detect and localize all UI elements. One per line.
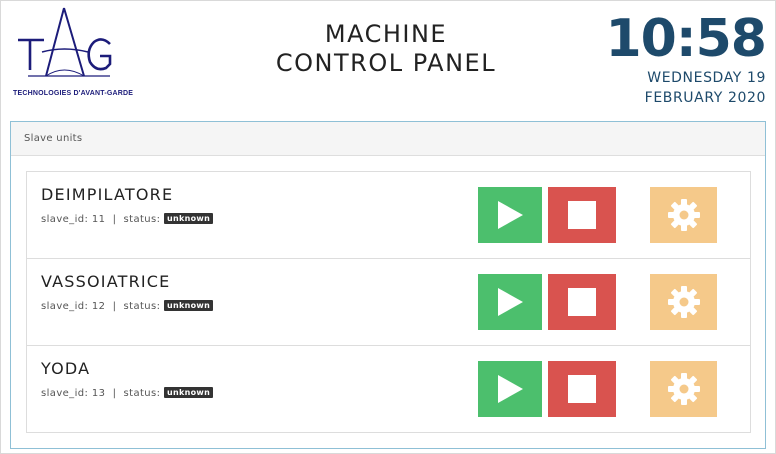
slave-id-label: slave_id: — [41, 301, 89, 312]
clock-time: 10:58 — [605, 9, 767, 69]
slave-id-label: slave_id: — [41, 214, 89, 225]
unit-name: DEIMPILATORE — [41, 185, 174, 204]
start-button[interactable] — [478, 187, 542, 243]
status-badge: unknown — [164, 213, 214, 224]
panel-heading: Slave units — [11, 122, 765, 156]
start-button[interactable] — [478, 361, 542, 417]
slave-id-value: 12 — [91, 301, 106, 312]
unit-meta: slave_id: 12 | status: unknown — [41, 300, 214, 312]
play-icon — [495, 200, 525, 230]
play-icon — [495, 287, 525, 317]
stop-icon — [567, 287, 597, 317]
stop-button[interactable] — [548, 361, 616, 417]
tag-logo-mark — [18, 7, 112, 77]
page-title-line1: MACHINE — [324, 20, 448, 48]
page-title: MACHINE CONTROL PANEL — [250, 20, 522, 78]
stop-button[interactable] — [548, 187, 616, 243]
status-label: status: — [123, 388, 161, 399]
logo-tagline: TECHNOLOGIES D'AVANT-GARDE — [13, 90, 134, 97]
settings-button[interactable] — [650, 274, 717, 330]
gear-icon — [667, 372, 701, 406]
page-title-line2: CONTROL PANEL — [275, 49, 497, 77]
gear-icon — [667, 285, 701, 319]
stop-button[interactable] — [548, 274, 616, 330]
stop-icon — [567, 374, 597, 404]
slave-id-label: slave_id: — [41, 388, 89, 399]
status-badge: unknown — [164, 300, 214, 311]
status-badge: unknown — [164, 387, 214, 398]
play-icon — [495, 374, 525, 404]
unit-meta: slave_id: 11 | status: unknown — [41, 213, 214, 225]
slave-units-list: DEIMPILATORE slave_id: 11 | status: unkn… — [26, 171, 751, 433]
unit-name: YODA — [41, 359, 91, 378]
stop-icon — [567, 200, 597, 230]
settings-button[interactable] — [650, 361, 717, 417]
gear-icon — [667, 198, 701, 232]
logo: TECHNOLOGIES D'AVANT-GARDE — [6, 6, 133, 97]
clock-date-line2: FEBRUARY 2020 — [644, 90, 766, 106]
status-label: status: — [123, 214, 161, 225]
slave-id-value: 11 — [91, 214, 106, 225]
start-button[interactable] — [478, 274, 542, 330]
slave-units-panel: Slave units DEIMPILATORE slave_id: 11 | … — [10, 121, 766, 449]
list-item: YODA slave_id: 13 | status: unknown — [27, 346, 750, 432]
settings-button[interactable] — [650, 187, 717, 243]
list-item: VASSOIATRICE slave_id: 12 | status: unkn… — [27, 259, 750, 346]
slave-id-value: 13 — [91, 388, 106, 399]
unit-meta: slave_id: 13 | status: unknown — [41, 387, 214, 399]
unit-name: VASSOIATRICE — [41, 272, 171, 291]
list-item: DEIMPILATORE slave_id: 11 | status: unkn… — [27, 172, 750, 259]
status-label: status: — [123, 301, 161, 312]
clock-date: WEDNESDAY 19 FEBRUARY 2020 — [605, 68, 766, 108]
clock: 10:58 WEDNESDAY 19 FEBRUARY 2020 — [605, 9, 767, 108]
clock-date-line1: WEDNESDAY 19 — [647, 70, 766, 86]
